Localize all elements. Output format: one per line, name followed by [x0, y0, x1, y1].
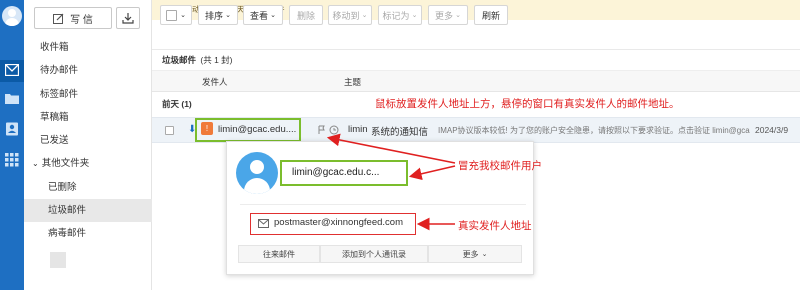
app-rail	[0, 0, 24, 290]
mail-count: (共 1 封)	[200, 55, 233, 65]
divider	[240, 204, 526, 205]
edit-icon	[53, 13, 64, 24]
annotation-hover-tip: 鼠标放置发件人地址上方，悬停的窗口有真实发件人的邮件地址。	[375, 98, 680, 110]
delete-button[interactable]: 删除	[289, 5, 323, 25]
popup-more-label: 更多	[462, 249, 479, 259]
folder-todo[interactable]: 待办邮件	[24, 59, 152, 82]
sender-column-header[interactable]: 发件人	[202, 71, 228, 93]
mail-preview: IMAP协议版本较低! 为了您的账户安全隐患，请按照以下要求验证。点击验证 li…	[438, 126, 750, 135]
display-email[interactable]: limin@gcac.edu.c...	[292, 167, 379, 178]
folder-label: 草稿箱	[40, 112, 69, 123]
folder-label: 已发送	[40, 135, 69, 146]
receive-button[interactable]	[116, 7, 140, 29]
folder-tagged[interactable]: 标签邮件	[24, 83, 152, 106]
chevron-down-icon: ⌄	[180, 12, 186, 19]
folder-sent[interactable]: 已发送	[24, 129, 152, 152]
date-group: 前天 (1)	[162, 99, 192, 109]
chevron-down-icon: ⌄	[455, 12, 461, 19]
folder-other-toggle[interactable]: ⌄ 其他文件夹	[24, 152, 152, 175]
refresh-button[interactable]: 刷新	[474, 5, 508, 25]
view-label: 查看	[250, 10, 269, 21]
folder-deleted[interactable]: 已删除	[24, 176, 152, 199]
column-header: 发件人 主题	[152, 70, 800, 92]
user-avatar[interactable]	[2, 6, 22, 26]
select-all-dropdown[interactable]: ⌄	[160, 5, 192, 25]
chevron-down-icon: ⌄	[225, 12, 231, 19]
sort-label: 排序	[205, 10, 224, 21]
download-icon	[122, 13, 134, 24]
add-contact-label: 添加到个人通讯录	[342, 249, 406, 259]
mark-as-button[interactable]: 标记为 ⌄	[378, 5, 422, 25]
list-title: 垃圾邮件 (共 1 封)	[152, 50, 800, 70]
blurred-item	[50, 252, 66, 268]
delete-label: 删除	[296, 10, 315, 21]
sort-button[interactable]: 排序 ⌄	[198, 5, 238, 25]
subject-column-header[interactable]: 主题	[344, 71, 361, 93]
folder-icon[interactable]	[5, 92, 19, 104]
folder-label: 已删除	[48, 182, 77, 193]
folder-title: 垃圾邮件	[162, 55, 197, 65]
apps-grid-icon[interactable]	[5, 153, 19, 167]
folder-virus[interactable]: 病毒邮件	[24, 222, 152, 245]
add-contact-button[interactable]: 添加到个人通讯录	[320, 245, 428, 263]
folder-label: 收件箱	[40, 42, 69, 53]
row-checkbox[interactable]	[165, 126, 174, 135]
more-label: 更多	[435, 10, 454, 21]
mail-icon[interactable]	[5, 64, 19, 76]
chevron-down-icon: ⌄	[361, 12, 368, 19]
mail-date: 2024/3/9	[755, 125, 789, 135]
annotation-impersonation: 冒充我校邮件用户	[458, 160, 542, 172]
move-to-button[interactable]: 移动到 ⌄	[328, 5, 372, 25]
folder-label: 标签邮件	[40, 89, 79, 100]
folder-label: 病毒邮件	[48, 228, 87, 239]
chevron-down-icon: ⌄	[481, 251, 488, 258]
chevron-down-icon: ⌄	[32, 159, 39, 168]
folder-label: 待办邮件	[40, 65, 79, 76]
sender-highlight	[195, 118, 301, 142]
move-label: 移动到	[332, 10, 360, 21]
refresh-label: 刷新	[481, 10, 500, 21]
chevron-down-icon: ⌄	[411, 12, 418, 19]
folder-label: 其他文件夹	[41, 158, 90, 169]
contacts-icon[interactable]	[5, 122, 19, 136]
annotation-real-sender: 真实发件人地址	[458, 220, 532, 232]
compose-button[interactable]: 写 信	[34, 7, 112, 29]
view-button[interactable]: 查看 ⌄	[243, 5, 283, 25]
envelope-icon	[258, 219, 269, 228]
mark-label: 标记为	[382, 10, 410, 21]
mail-subject[interactable]: 系统的通知信	[371, 124, 428, 138]
folder-label: 垃圾邮件	[48, 205, 87, 216]
folder-inbox[interactable]: 收件箱	[24, 36, 152, 59]
related-mail-label: 往来邮件	[263, 249, 295, 259]
folder-drafts[interactable]: 草稿箱	[24, 106, 152, 129]
real-sender-email[interactable]: postmaster@xinnongfeed.com	[274, 217, 403, 228]
compose-label: 写 信	[70, 14, 93, 26]
flag-clock-icons[interactable]	[318, 125, 340, 135]
more-button[interactable]: 更多 ⌄	[428, 5, 468, 25]
sender-name: limin	[348, 124, 368, 135]
select-all-checkbox[interactable]	[166, 9, 178, 21]
related-mail-button[interactable]: 往来邮件	[238, 245, 320, 263]
chevron-down-icon: ⌄	[270, 12, 276, 19]
popup-more-button[interactable]: 更多 ⌄	[428, 245, 522, 263]
folder-spam[interactable]: 垃圾邮件	[24, 199, 152, 222]
sender-avatar	[236, 152, 278, 194]
